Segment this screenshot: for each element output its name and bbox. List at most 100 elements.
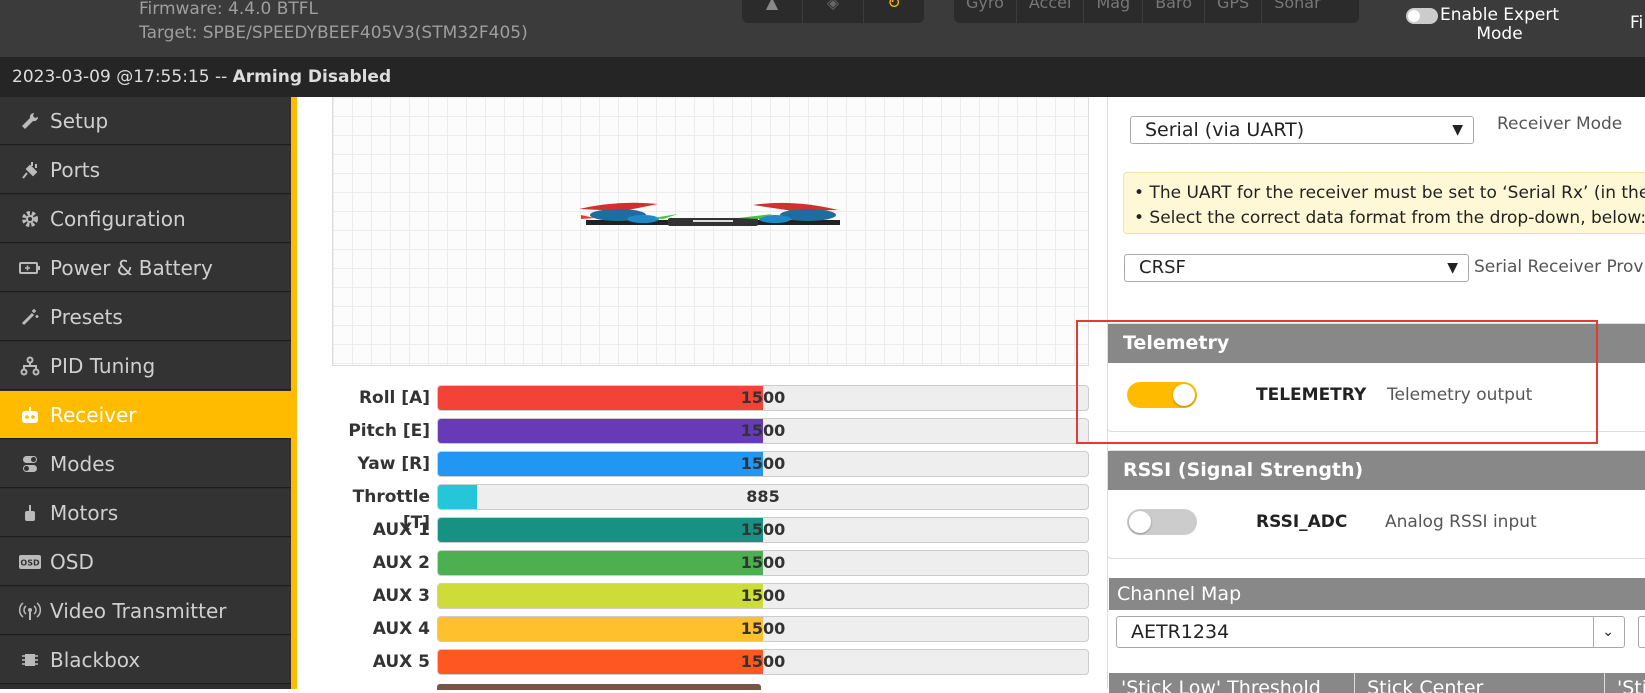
sidebar-item-label: Power & Battery xyxy=(50,255,213,280)
channel-bar: 885 xyxy=(437,484,1089,510)
channel-label: AUX 2 xyxy=(372,553,430,573)
cutoff-input[interactable] xyxy=(1638,616,1645,648)
channel-bar: 1500 xyxy=(437,385,1089,411)
sidebar-item-receiver[interactable]: Receiver xyxy=(0,391,291,439)
toggle-knob xyxy=(1129,511,1151,533)
sidebar-item-setup[interactable]: Setup xyxy=(0,97,291,145)
chevron-down-icon: ⌄ xyxy=(1593,617,1614,647)
toggle-knob xyxy=(1173,384,1195,406)
rssi-panel: RSSI (Signal Strength) xyxy=(1107,450,1645,559)
cutoff-text: Fi xyxy=(1630,13,1644,33)
channel-label: Pitch [E] xyxy=(348,421,430,441)
cube-icon[interactable]: ◈ xyxy=(803,0,864,23)
receiver-note: • The UART for the receiver must be set … xyxy=(1123,172,1645,234)
robot-icon xyxy=(18,405,42,425)
sidebar-item-label: Ports xyxy=(50,157,101,182)
stick-low-header: 'Stick Low' Threshold xyxy=(1109,673,1356,693)
status-timestamp: 2023-03-09 @17:55:15 -- xyxy=(12,67,233,87)
sidebar-item-blackbox[interactable]: Blackbox xyxy=(0,636,291,684)
telemetry-feature-name: TELEMETRY xyxy=(1256,385,1367,405)
refresh-icon[interactable]: ↻ xyxy=(864,0,924,23)
sensor-indicators: Gyro Accel Mag Baro GPS Sonar xyxy=(954,0,1359,23)
receiver-mode-value: Serial (via UART) xyxy=(1145,119,1305,141)
sidebar-item-label: Setup xyxy=(50,108,109,133)
channel-label: AUX 1 xyxy=(372,520,430,540)
top-bar: Firmware: 4.4.0 BTFL Target: SPBE/SPEEDY… xyxy=(0,0,1645,57)
magic-wand-icon xyxy=(18,307,42,327)
channel-row: AUX 2 1500 xyxy=(320,550,1089,576)
telemetry-toggle[interactable] xyxy=(1127,382,1197,408)
sidebar-item-pid-tuning[interactable]: PID Tuning xyxy=(0,342,291,390)
sliders-icon xyxy=(18,356,42,376)
receiver-note-line2: • Select the correct data format from th… xyxy=(1134,208,1645,228)
toggle-icon xyxy=(18,454,42,474)
channel-bar: 1500 xyxy=(437,649,1089,675)
expert-mode-toggle[interactable] xyxy=(1406,8,1438,24)
target-text: Target: SPBE/SPEEDYBEEF405V3(STM32F405) xyxy=(139,23,528,43)
channel-label: AUX 5 xyxy=(372,652,430,672)
sidebar-item-video-transmitter[interactable]: Video Transmitter xyxy=(0,587,291,635)
channel-label: AUX 4 xyxy=(372,619,430,639)
wrench-icon xyxy=(18,111,42,131)
sidebar-item-configuration[interactable]: Configuration xyxy=(0,195,291,243)
sensor-sonar: Sonar xyxy=(1274,0,1321,12)
telemetry-feature-desc: Telemetry output xyxy=(1387,385,1533,405)
expert-mode-label-line2: Mode xyxy=(1476,24,1523,44)
arming-status: Arming Disabled xyxy=(232,67,392,87)
channel-value: 1500 xyxy=(740,520,786,539)
sidebar-item-label: OSD xyxy=(50,549,94,574)
serial-provider-select[interactable]: CRSF ▼ xyxy=(1124,254,1469,282)
serial-provider-label: Serial Receiver Provid xyxy=(1474,257,1645,277)
chevron-down-icon: ▼ xyxy=(1452,122,1463,138)
sidebar-item-label: Presets xyxy=(50,304,123,329)
rssi-toggle[interactable] xyxy=(1127,509,1197,535)
svg-text:OSD: OSD xyxy=(20,558,40,567)
channel-map-title: Channel Map xyxy=(1117,583,1242,605)
sidebar-item-modes[interactable]: Modes xyxy=(0,440,291,488)
telemetry-title: Telemetry xyxy=(1108,324,1645,363)
channel-label: Roll [A] xyxy=(358,388,430,408)
receiver-mode-select[interactable]: Serial (via UART) ▼ xyxy=(1130,116,1474,144)
sidebar-item-label: Motors xyxy=(50,500,119,525)
sidebar-item-ports[interactable]: Ports xyxy=(0,146,291,194)
rssi-feature-desc: Analog RSSI input xyxy=(1385,512,1537,532)
channel-value: 1500 xyxy=(740,454,786,473)
status-bar: 2023-03-09 @17:55:15 -- Arming Disabled xyxy=(0,57,1645,97)
battery-icon xyxy=(18,258,42,278)
channel-map-header: Channel Map xyxy=(1109,578,1645,610)
plug-icon xyxy=(18,160,42,180)
stick-header: 'Stick Low' Threshold Stick Center 'Sti xyxy=(1109,673,1645,693)
channel-label: AUX 3 xyxy=(372,586,430,606)
sensor-baro: Baro xyxy=(1143,0,1205,23)
channel-value: 1500 xyxy=(740,421,786,440)
rssi-title: RSSI (Signal Strength) xyxy=(1108,451,1645,490)
channel-value: 1500 xyxy=(740,652,786,671)
stick-high-header: 'Sti xyxy=(1616,677,1645,693)
channel-map-select[interactable]: AETR1234 ⌄ xyxy=(1116,616,1625,648)
telemetry-panel: Telemetry xyxy=(1107,323,1645,432)
sidebar-item-power-battery[interactable]: Power & Battery xyxy=(0,244,291,292)
channel-value: 1500 xyxy=(740,388,786,407)
firmware-text: Firmware: 4.4.0 BTFL xyxy=(139,0,318,19)
sensor-gyro: Gyro xyxy=(954,0,1017,23)
sidebar-item-motors[interactable]: Motors xyxy=(0,489,291,537)
sidebar-item-osd[interactable]: OSD OSD xyxy=(0,538,291,586)
channel-value: 1500 xyxy=(740,586,786,605)
sidebar-item-presets[interactable]: Presets xyxy=(0,293,291,341)
motor-icon xyxy=(18,503,42,523)
channel-bar: 1500 xyxy=(437,418,1089,444)
sidebar-item-label: PID Tuning xyxy=(50,353,156,378)
osd-icon: OSD xyxy=(18,552,42,572)
sensor-accel: Accel xyxy=(1017,0,1085,23)
channel-row: AUX 5 1500 xyxy=(320,649,1089,675)
channel-row: Throttle [T] 885 xyxy=(320,484,1089,533)
channel-bar: 1500 xyxy=(437,550,1089,576)
alert-icon[interactable]: ▲ xyxy=(742,0,803,23)
sidebar-item-label: Blackbox xyxy=(50,647,141,672)
rssi-feature-name: RSSI_ADC xyxy=(1256,512,1348,532)
expert-mode-label-line1: Enable Expert xyxy=(1440,5,1560,25)
expert-mode-label: Enable Expert Mode xyxy=(1440,6,1559,44)
sidebar-item-label: Receiver xyxy=(50,402,137,427)
channel-bar: 1500 xyxy=(437,517,1089,543)
channel-row: AUX 1 1500 xyxy=(320,517,1089,543)
